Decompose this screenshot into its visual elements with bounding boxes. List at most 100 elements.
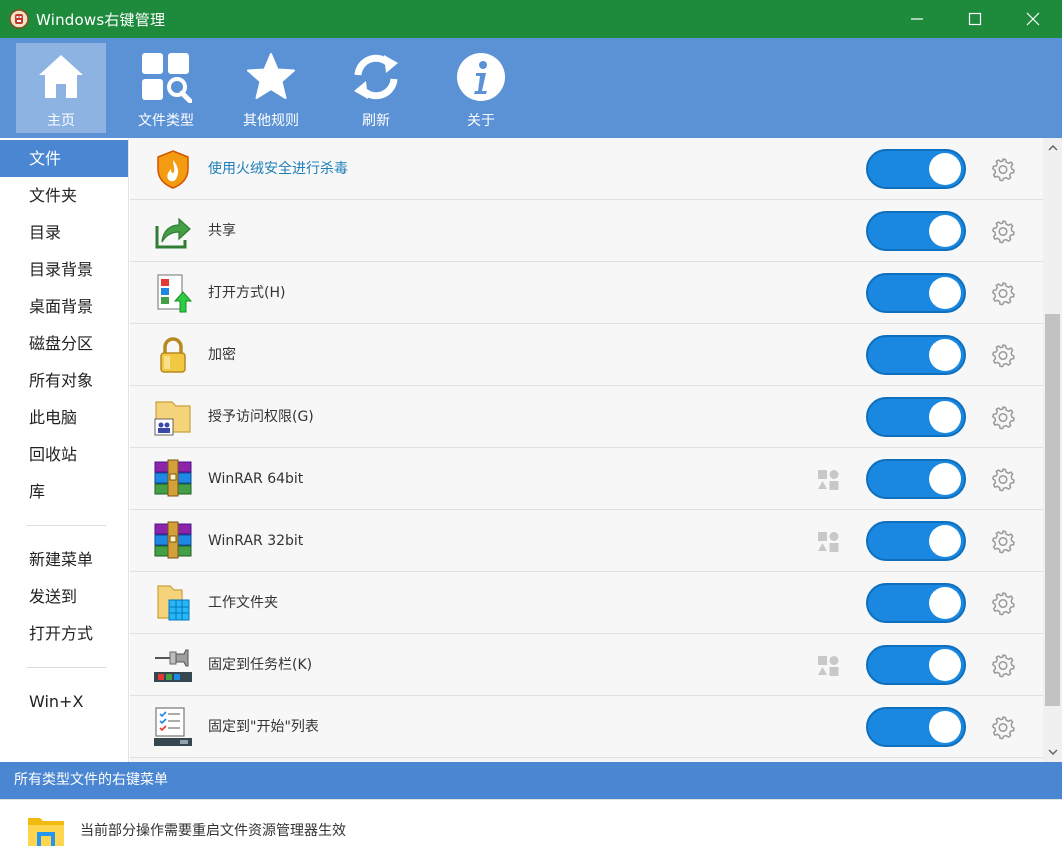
sidebar-item-this-pc[interactable]: 此电脑 [0,399,128,436]
window-title: Windows右键管理 [36,10,166,29]
toggle-knob [929,463,961,495]
sidebar-item-recycle-bin[interactable]: 回收站 [0,436,128,473]
enable-toggle[interactable] [866,335,966,375]
sidebar-divider [27,525,106,526]
maximize-button[interactable] [946,0,1004,38]
minimize-icon [911,18,923,20]
list-item-label: WinRAR 32bit [208,533,304,549]
list-item[interactable]: WinRAR 64bit [130,448,1043,510]
sidebar: 文件 文件夹 目录 目录背景 桌面背景 磁盘分区 所有对象 此电脑 回收站 库 … [0,138,129,762]
explorer-folder-icon[interactable] [27,814,65,848]
shell-extension-shapes-icon [818,532,839,552]
toolbar-other-rules-label: 其他规则 [243,113,299,129]
sidebar-item-directory-background[interactable]: 目录背景 [0,251,128,288]
sidebar-item-new-menu[interactable]: 新建菜单 [0,541,128,578]
sidebar-item-directory[interactable]: 目录 [0,214,128,251]
sidebar-item-open-with[interactable]: 打开方式 [0,615,128,652]
restart-notice: 当前部分操作需要重启文件资源管理器生效 [0,799,1062,862]
grant-access-icon [154,401,191,436]
list-item[interactable]: 固定到"开始"列表 [130,696,1043,758]
gear-icon[interactable] [990,404,1016,430]
list-item-label: 共享 [208,223,236,239]
sidebar-item-win-x[interactable]: Win+X [0,683,128,720]
list-item-label: 使用火绒安全进行杀毒 [208,161,348,177]
enable-toggle[interactable] [866,707,966,747]
toggle-knob [929,587,961,619]
vertical-scrollbar[interactable] [1043,138,1062,762]
gear-icon[interactable] [990,342,1016,368]
list-item[interactable]: 使用火绒安全进行杀毒 [130,138,1043,200]
toggle-knob [929,277,961,309]
sidebar-item-desktop-background[interactable]: 桌面背景 [0,288,128,325]
work-folder-icon [157,585,190,621]
close-icon [1026,12,1040,26]
chevron-down-icon [1048,749,1057,755]
enable-toggle[interactable] [866,459,966,499]
toggle-knob [929,153,961,185]
chevron-up-icon [1048,145,1057,151]
shell-extension-shapes-icon [818,470,839,490]
sidebar-item-send-to[interactable]: 发送到 [0,578,128,615]
pin-start-icon [154,707,192,746]
list-item[interactable]: WinRAR 32bit [130,510,1043,572]
list-item-label: 授予访问权限(G) [208,409,314,425]
scrollbar-thumb[interactable] [1045,314,1060,706]
enable-toggle[interactable] [866,149,966,189]
sidebar-item-drive[interactable]: 磁盘分区 [0,325,128,362]
enable-toggle[interactable] [866,583,966,623]
list-item-label: 打开方式(H) [208,285,286,301]
enable-toggle[interactable] [866,397,966,437]
toolbar-home-button[interactable]: 主页 [16,43,106,133]
toggle-knob [929,401,961,433]
enable-toggle[interactable] [866,645,966,685]
app-icon [9,9,29,29]
huorong-shield-icon [157,150,189,189]
sidebar-item-all-objects[interactable]: 所有对象 [0,362,128,399]
list-item[interactable]: 加密 [130,324,1043,386]
list-item[interactable]: 授予访问权限(G) [130,386,1043,448]
list-item[interactable]: 固定到任务栏(K) [130,634,1043,696]
home-icon [39,55,83,98]
restart-notice-text: 当前部分操作需要重启文件资源管理器生效 [80,823,346,839]
gear-icon[interactable] [990,466,1016,492]
scroll-down-button[interactable] [1043,742,1062,762]
toolbar-file-types-button[interactable]: 文件类型 [121,43,211,133]
enable-toggle[interactable] [866,273,966,313]
gear-icon[interactable] [990,528,1016,554]
enable-toggle[interactable] [866,211,966,251]
toolbar-refresh-label: 刷新 [362,113,390,129]
list-item-label: 加密 [208,347,236,363]
maximize-icon [968,12,982,26]
title-bar: Windows右键管理 [0,0,1062,38]
list-item-label: WinRAR 64bit [208,471,304,487]
sidebar-item-library[interactable]: 库 [0,473,128,510]
toolbar-about-label: 关于 [467,113,495,129]
gear-icon[interactable] [990,218,1016,244]
close-button[interactable] [1004,0,1062,38]
toolbar-other-rules-button[interactable]: 其他规则 [226,43,316,133]
gear-icon[interactable] [990,156,1016,182]
padlock-icon [160,337,186,373]
toolbar-about-button[interactable]: 关于 [436,43,526,133]
info-icon [457,53,505,101]
gear-icon[interactable] [990,590,1016,616]
sidebar-item-folder[interactable]: 文件夹 [0,177,128,214]
scroll-up-button[interactable] [1043,138,1062,158]
gear-icon[interactable] [990,280,1016,306]
gear-icon[interactable] [990,714,1016,740]
sidebar-item-file[interactable]: 文件 [0,140,128,177]
list-item[interactable]: 共享 [130,200,1043,262]
list-item[interactable]: 工作文件夹 [130,572,1043,634]
toolbar-refresh-button[interactable]: 刷新 [331,43,421,133]
window-controls [888,0,1062,38]
minimize-button[interactable] [888,0,946,38]
gear-icon[interactable] [990,652,1016,678]
open-with-icon [157,274,193,313]
main-toolbar: 主页 文件类型 其他规则 刷新 关于 [0,38,1062,138]
shell-extension-shapes-icon [818,656,839,676]
toggle-knob [929,339,961,371]
enable-toggle[interactable] [866,521,966,561]
list-item[interactable]: 打开方式(H) [130,262,1043,324]
toggle-knob [929,711,961,743]
toggle-knob [929,215,961,247]
